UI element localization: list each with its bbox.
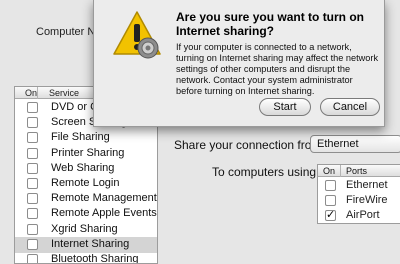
service-checkbox[interactable] bbox=[27, 238, 38, 250]
cancel-button[interactable]: Cancel bbox=[320, 98, 380, 116]
service-label: Bluetooth Sharing bbox=[51, 253, 139, 264]
service-row[interactable]: Printer Sharing bbox=[15, 146, 157, 162]
service-label: Web Sharing bbox=[51, 161, 115, 174]
confirmation-sheet: Are you sure you want to turn on Interne… bbox=[93, 0, 385, 127]
start-button[interactable]: Start bbox=[259, 98, 311, 116]
column-header-service[interactable]: Service bbox=[49, 88, 79, 98]
ports-table-header: On Ports bbox=[318, 165, 400, 177]
service-label: Remote Login bbox=[51, 177, 120, 189]
service-label: Xgrid Sharing bbox=[51, 222, 118, 235]
service-checkbox[interactable] bbox=[27, 193, 38, 205]
port-row[interactable]: FireWire bbox=[318, 193, 400, 208]
service-label: Internet Sharing bbox=[51, 237, 130, 250]
port-checkbox[interactable]: ✓ bbox=[325, 210, 336, 221]
service-row[interactable]: Remote Apple Events bbox=[15, 206, 157, 222]
service-row[interactable]: Remote Management bbox=[15, 191, 157, 207]
service-checkbox[interactable] bbox=[27, 223, 38, 235]
port-row[interactable]: Ethernet bbox=[318, 178, 400, 193]
computer-name-label: Computer N bbox=[36, 26, 96, 38]
service-checkbox[interactable] bbox=[27, 102, 38, 113]
gear-badge-icon bbox=[137, 37, 159, 59]
port-label: FireWire bbox=[346, 194, 388, 206]
service-checkbox[interactable] bbox=[27, 208, 38, 220]
service-row[interactable]: Web Sharing bbox=[15, 161, 157, 177]
service-row[interactable]: Internet Sharing bbox=[15, 236, 157, 253]
service-checkbox[interactable] bbox=[27, 162, 38, 174]
column-header-on[interactable]: On bbox=[25, 88, 37, 98]
service-row[interactable]: File Sharing bbox=[15, 130, 157, 146]
service-checkbox[interactable] bbox=[27, 117, 38, 129]
service-label: Printer Sharing bbox=[51, 146, 125, 159]
dialog-message: If your computer is connected to a netwo… bbox=[176, 42, 379, 96]
port-checkbox[interactable] bbox=[325, 180, 336, 191]
column-header-on[interactable]: On bbox=[323, 166, 335, 176]
service-row[interactable]: Xgrid Sharing bbox=[15, 222, 157, 238]
service-checkbox[interactable] bbox=[27, 178, 38, 189]
column-divider bbox=[37, 87, 38, 99]
dialog-title: Are you sure you want to turn on Interne… bbox=[176, 10, 365, 38]
service-label: Remote Apple Events bbox=[51, 207, 157, 220]
service-label: File Sharing bbox=[51, 131, 110, 144]
service-checkbox[interactable] bbox=[27, 147, 38, 159]
service-checkbox[interactable] bbox=[27, 132, 38, 144]
ports-table: On Ports Ethernet FireWire ✓ AirPort bbox=[317, 164, 400, 224]
port-label: AirPort bbox=[346, 209, 380, 221]
share-from-popup[interactable]: Ethernet bbox=[310, 135, 400, 153]
column-header-ports[interactable]: Ports bbox=[346, 166, 367, 176]
service-label: Remote Management bbox=[51, 192, 157, 205]
port-checkbox[interactable] bbox=[325, 195, 336, 206]
service-row[interactable]: Remote Login bbox=[15, 176, 157, 192]
service-row[interactable]: Bluetooth Sharing bbox=[15, 252, 157, 264]
service-checkbox[interactable] bbox=[27, 254, 38, 263]
column-divider bbox=[340, 165, 341, 177]
warning-icon bbox=[113, 11, 161, 59]
to-computers-label: To computers using: bbox=[212, 165, 320, 179]
share-from-label: Share your connection from: bbox=[174, 138, 325, 152]
port-label: Ethernet bbox=[346, 179, 388, 191]
port-row[interactable]: ✓ AirPort bbox=[318, 208, 400, 223]
